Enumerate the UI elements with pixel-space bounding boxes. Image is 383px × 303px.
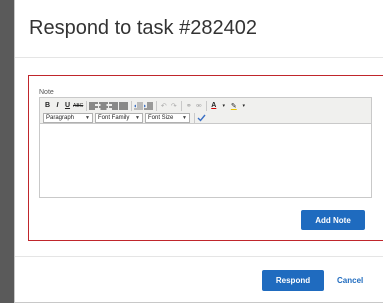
modal-footer: Respond Cancel — [15, 256, 383, 303]
toolbar-row-formatting: B I U ABC ↶ ↷ ⚭ ⚮ A ▾ ✎ ▾ — [43, 100, 249, 111]
font-family-select-value: Font Family — [98, 114, 130, 121]
note-label: Note — [39, 89, 54, 96]
outdent-icon[interactable] — [134, 101, 144, 111]
chevron-down-icon: ▼ — [135, 114, 140, 121]
underline-button[interactable]: U — [63, 101, 72, 111]
text-color-icon[interactable]: A — [209, 101, 218, 111]
paragraph-select-value: Paragraph — [46, 114, 75, 121]
spellcheck-icon[interactable] — [197, 113, 206, 123]
toolbar-divider — [194, 112, 195, 123]
unlink-icon[interactable]: ⚮ — [194, 101, 203, 111]
toolbar-divider — [156, 100, 158, 111]
italic-button[interactable]: I — [53, 101, 62, 111]
align-justify-icon[interactable] — [119, 101, 129, 111]
text-color-dropdown-icon[interactable]: ▾ — [219, 101, 228, 111]
undo-icon[interactable]: ↶ — [159, 101, 168, 111]
font-family-select[interactable]: Font Family ▼ — [95, 112, 143, 123]
toolbar-row-selects: Paragraph ▼ Font Family ▼ Font Size ▼ — [43, 112, 207, 123]
link-icon[interactable]: ⚭ — [184, 101, 193, 111]
note-text-area[interactable] — [40, 124, 371, 197]
indent-icon[interactable] — [144, 101, 154, 111]
modal-header: Respond to task #282402 — [15, 0, 383, 58]
cancel-link[interactable]: Cancel — [337, 276, 363, 285]
toolbar-divider — [86, 100, 88, 111]
editor-toolbar: B I U ABC ↶ ↷ ⚭ ⚮ A ▾ ✎ ▾ Paragraph ▼ Fo… — [40, 98, 371, 124]
toolbar-divider — [206, 100, 208, 111]
rich-text-editor: B I U ABC ↶ ↷ ⚭ ⚮ A ▾ ✎ ▾ Paragraph ▼ Fo… — [39, 97, 372, 198]
add-note-button[interactable]: Add Note — [301, 210, 365, 230]
font-size-select[interactable]: Font Size ▼ — [145, 112, 190, 123]
toolbar-divider — [131, 100, 133, 111]
respond-modal: Respond to task #282402 Note B I U ABC ↶… — [14, 0, 383, 303]
chevron-down-icon: ▼ — [85, 114, 90, 121]
note-panel: Note B I U ABC ↶ ↷ ⚭ ⚮ A ▾ ✎ ▾ Paragraph… — [28, 75, 383, 241]
modal-title: Respond to task #282402 — [29, 17, 257, 39]
highlight-color-dropdown-icon[interactable]: ▾ — [239, 101, 248, 111]
font-size-select-value: Font Size — [148, 114, 174, 121]
strikethrough-button[interactable]: ABC — [73, 101, 83, 111]
paragraph-select[interactable]: Paragraph ▼ — [43, 112, 93, 123]
redo-icon[interactable]: ↷ — [169, 101, 178, 111]
respond-button[interactable]: Respond — [262, 270, 324, 291]
bold-button[interactable]: B — [43, 101, 52, 111]
align-left-icon[interactable] — [89, 101, 99, 111]
align-center-icon[interactable] — [99, 101, 109, 111]
chevron-down-icon: ▼ — [182, 114, 187, 121]
highlight-color-icon[interactable]: ✎ — [229, 101, 238, 111]
toolbar-divider — [181, 100, 183, 111]
align-right-icon[interactable] — [109, 101, 119, 111]
